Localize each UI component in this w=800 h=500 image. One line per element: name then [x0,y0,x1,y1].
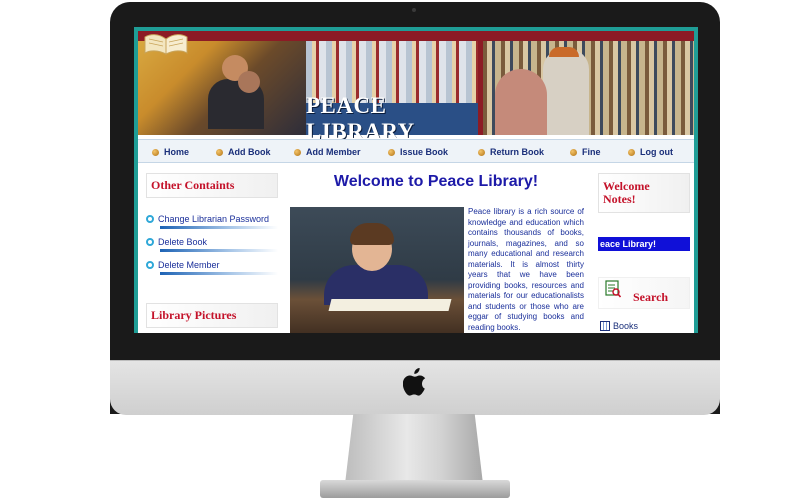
ring-bullet-icon [146,261,154,269]
nav-return-book[interactable]: Return Book [478,145,544,159]
search-icon [605,280,621,298]
nav-bullet-icon [152,148,159,156]
ring-bullet-icon [146,215,154,223]
nav-bullet-icon [628,148,635,156]
nav-home[interactable]: Home [152,145,189,159]
imac-stand [345,414,483,484]
search-widget[interactable]: Search [598,277,690,309]
main-content: Welcome to Peace Library! Peace library … [286,173,586,333]
imac-base [320,480,510,498]
nav-log-out[interactable]: Log out [628,145,673,159]
books-icon [600,321,610,331]
scrolling-marquee: eace Library! [598,237,690,251]
delete-book-link[interactable]: Delete Book [146,237,278,247]
web-page: PEACE LIBRARY Home Add Book Add Member I… [138,31,694,333]
search-link[interactable]: Search [633,290,668,305]
nav-bullet-icon [570,148,577,156]
nav-bullet-icon [478,148,485,156]
books-link[interactable]: Books [598,321,690,331]
nav-fine[interactable]: Fine [570,145,601,159]
left-sidebar: Other Containts Change Librarian Passwor… [146,173,278,328]
reading-boy-photo [290,207,464,333]
welcome-heading: Welcome to Peace Library! [333,173,539,190]
apple-logo-icon [403,368,426,396]
nav-bullet-icon [294,148,301,156]
nav-bullet-icon [388,148,395,156]
nav-bullet-icon [216,148,223,156]
welcome-notes-heading: Welcome Notes! [598,173,690,213]
open-book-icon [144,34,188,55]
main-nav: Home Add Book Add Member Issue Book Retu… [138,139,694,163]
banner-photo-students [138,41,306,135]
nav-add-member[interactable]: Add Member [294,145,361,159]
delete-member-link[interactable]: Delete Member [146,260,278,270]
camera-dot [412,8,416,12]
right-sidebar: Welcome Notes! eace Library! Search Book… [598,173,690,331]
screen: PEACE LIBRARY Home Add Book Add Member I… [134,27,698,333]
intro-paragraph: Peace library is a rich source of knowle… [468,207,584,332]
other-contents-heading: Other Containts [146,173,278,198]
library-pictures-heading: Library Pictures [146,303,278,328]
banner-photo-librarian [483,41,694,135]
nav-issue-book[interactable]: Issue Book [388,145,448,159]
ring-bullet-icon [146,238,154,246]
title-plate: PEACE LIBRARY [306,93,478,144]
change-password-link[interactable]: Change Librarian Password [146,214,278,224]
site-title: PEACE LIBRARY [306,93,415,144]
header-banner: PEACE LIBRARY [138,31,694,144]
nav-add-book[interactable]: Add Book [216,145,271,159]
